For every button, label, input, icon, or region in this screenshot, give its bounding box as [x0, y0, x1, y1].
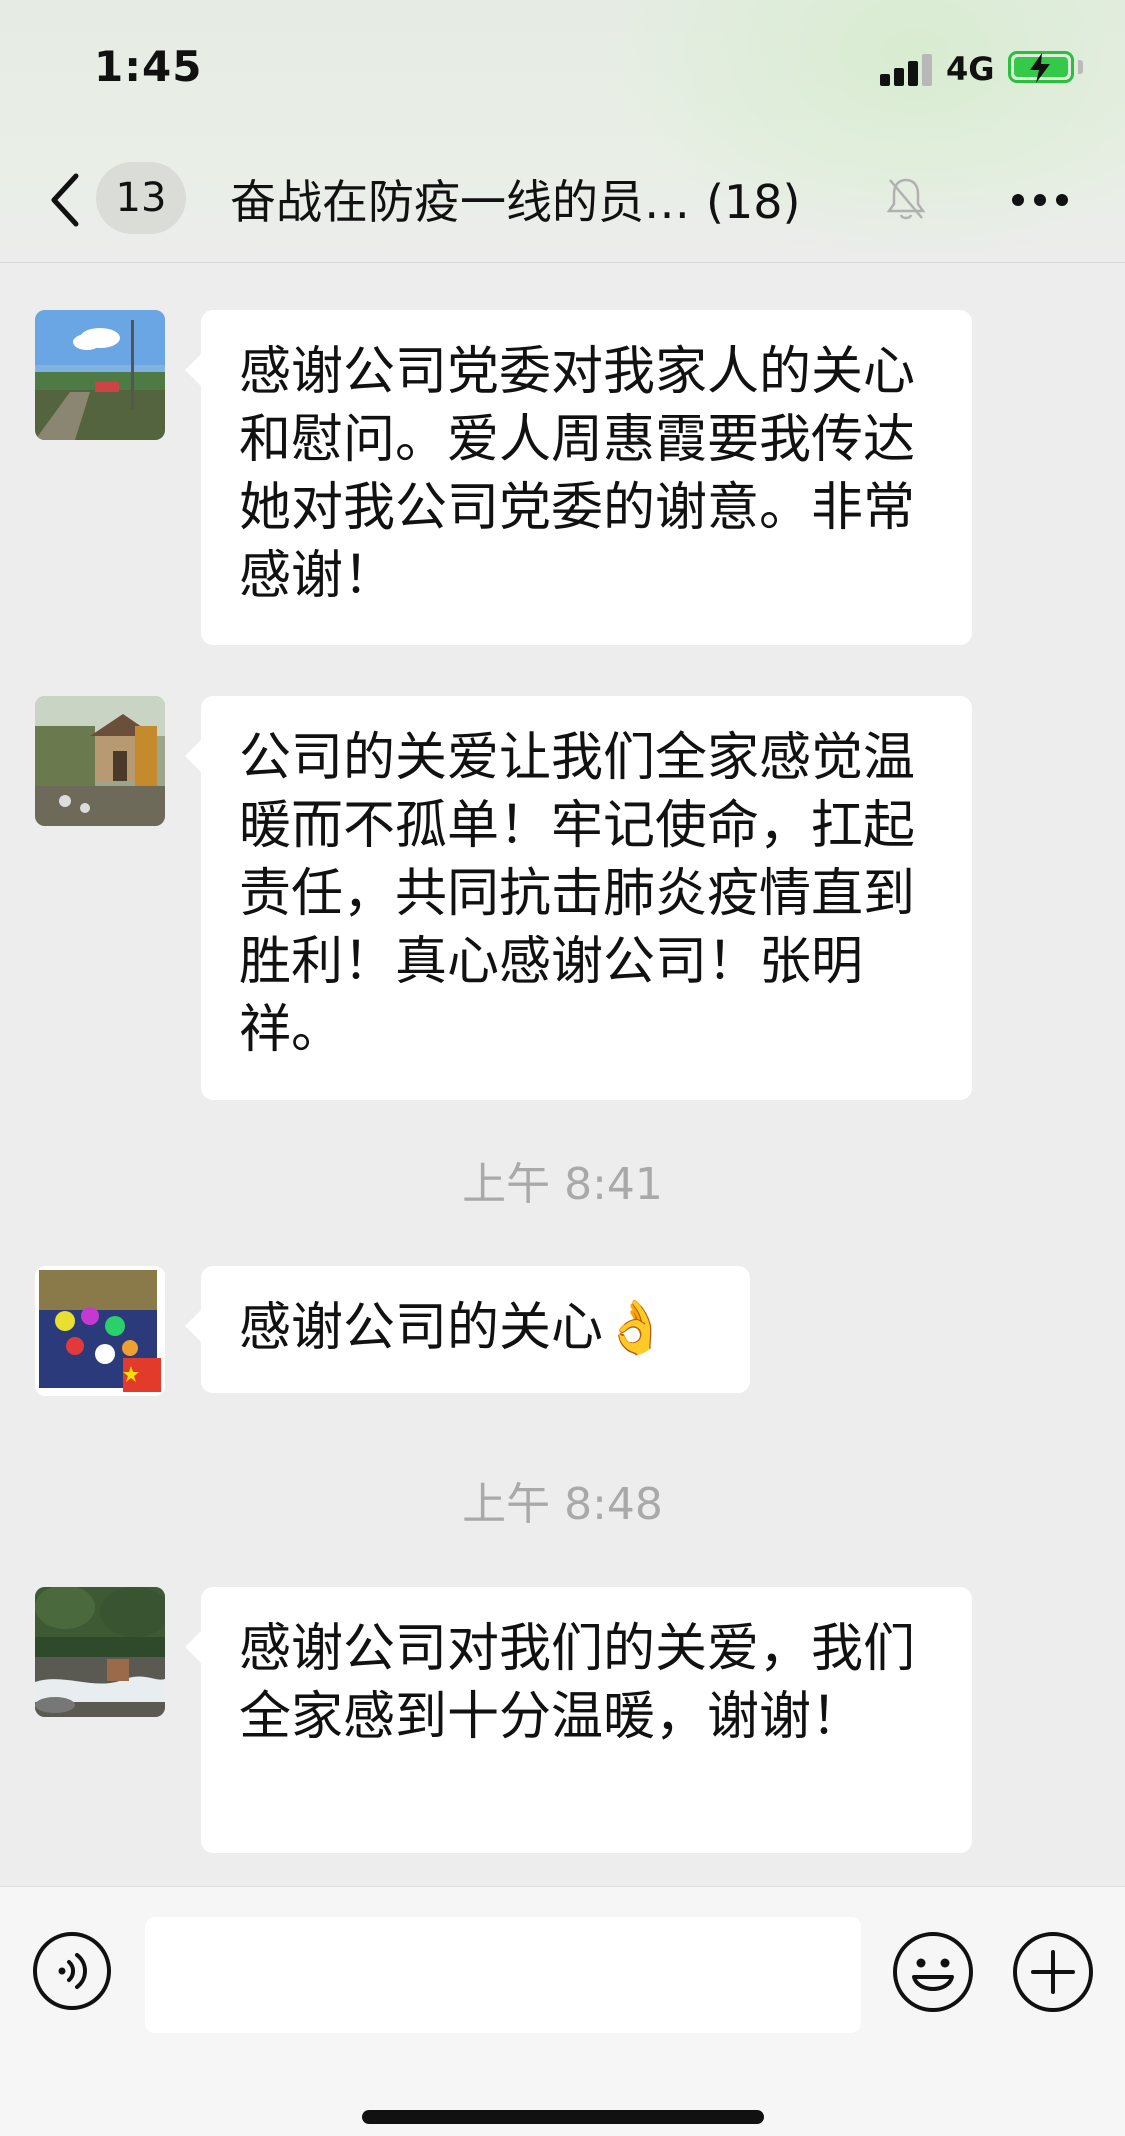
- network-type: 4G: [946, 50, 995, 88]
- chat-title[interactable]: 奋战在防疫一线的员… (18): [230, 166, 800, 232]
- signal-icon: [880, 52, 932, 86]
- top-area: 1:45 4G 13 奋战在防疫一线的员… (18): [0, 0, 1125, 263]
- chat-title-text: 奋战在防疫一线的员…: [230, 175, 690, 229]
- status-time: 1:45: [94, 42, 203, 91]
- message-bubble[interactable]: 感谢公司的关心👌: [185, 1266, 750, 1393]
- home-indicator[interactable]: [362, 2110, 764, 2124]
- message-list[interactable]: 感谢公司党委对我家人的关心和慰问。爱人周惠霞要我传达她对我公司党委的谢意。非常感…: [0, 263, 1125, 1886]
- battery-cap: [1078, 60, 1083, 74]
- timestamp: 上午 8:48: [462, 1479, 663, 1530]
- member-count: (18): [706, 175, 801, 229]
- battery-charging-icon: [1008, 51, 1074, 83]
- chevron-left-icon[interactable]: [44, 170, 84, 230]
- message-bubble[interactable]: 感谢公司党委对我家人的关心和慰问。爱人周惠霞要我传达她对我公司党委的谢意。非常感…: [185, 310, 972, 645]
- plus-circle-icon[interactable]: [1012, 1931, 1094, 2013]
- avatar[interactable]: [35, 1266, 165, 1396]
- chat-header: 13 奋战在防疫一线的员… (18): [0, 140, 1125, 262]
- message-input[interactable]: [145, 1917, 861, 2033]
- avatar[interactable]: [35, 310, 165, 440]
- message-bubble[interactable]: 公司的关爱让我们全家感觉温暖而不孤单！牢记使命，扛起责任，共同抗击肺炎疫情直到胜…: [185, 696, 972, 1100]
- unread-count-badge[interactable]: 13: [96, 162, 186, 234]
- status-bar: 1:45 4G: [0, 0, 1125, 140]
- ok-hand-emoji: 👌: [603, 1298, 668, 1358]
- message-bubble[interactable]: 感谢公司对我们的关爱，我们全家感到十分温暖，谢谢！: [185, 1587, 972, 1853]
- voice-icon[interactable]: [32, 1931, 112, 2011]
- ellipsis-icon[interactable]: [1010, 190, 1070, 210]
- bell-off-icon: [886, 178, 926, 220]
- avatar[interactable]: [35, 696, 165, 826]
- input-bar: [0, 1886, 1125, 2136]
- message-text: 感谢公司的关心: [239, 1298, 604, 1358]
- avatar[interactable]: [35, 1587, 165, 1717]
- wechat-group-chat-screen: 1:45 4G 13 奋战在防疫一线的员… (18) 感谢公司党委对我家人的关心…: [0, 0, 1125, 2136]
- emoji-smile-icon[interactable]: [892, 1931, 974, 2013]
- timestamp: 上午 8:41: [462, 1159, 663, 1210]
